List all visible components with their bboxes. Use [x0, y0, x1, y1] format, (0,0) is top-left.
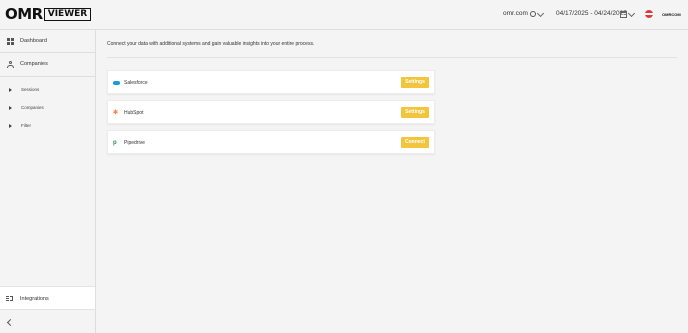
app-logo[interactable]: OMR VIEWER	[5, 5, 92, 23]
sidebar-item-integrations[interactable]: Integrations	[0, 286, 95, 310]
date-range-picker[interactable]: 04/17/2025 - 04/24/2025	[556, 10, 627, 17]
sidebar-subitem-label: Sessions	[21, 87, 40, 92]
salesforce-settings-button[interactable]: Settings	[401, 77, 429, 88]
account-brand-logo[interactable]: OMRCOM	[662, 12, 681, 17]
integration-name: Pipedrive	[124, 140, 145, 146]
hubspot-icon: ✻	[113, 110, 119, 116]
date-chevron-down-icon[interactable]	[627, 9, 636, 18]
sidebar-item-companies[interactable]: Companies	[0, 53, 95, 75]
sidebar-subitem-companies[interactable]: Companies	[0, 101, 95, 115]
logo-viewer-badge: VIEWER	[43, 7, 92, 21]
sidebar-subitem-label: Filter	[21, 123, 31, 128]
integrations-icon	[6, 295, 14, 302]
sidebar-item-dashboard[interactable]: Dashboard	[0, 30, 95, 52]
collapse-sidebar-chevron-icon[interactable]	[6, 318, 15, 327]
integration-name: Salesforce	[124, 80, 148, 86]
domain-chevron-down-icon[interactable]	[536, 9, 545, 18]
expand-triangle-icon	[9, 106, 12, 110]
domain-selector-label[interactable]: omr.com	[503, 10, 528, 17]
sidebar-subitem-label: Companies	[21, 105, 44, 110]
logo-omr-text: OMR	[5, 5, 43, 23]
sidebar-item-label: Dashboard	[20, 38, 47, 44]
integration-card-hubspot: ✻ HubSpot Settings	[107, 100, 435, 124]
pipedrive-icon: p	[113, 140, 117, 146]
sidebar-item-label: Companies	[20, 61, 48, 67]
dashboard-icon	[7, 37, 14, 45]
hubspot-settings-button[interactable]: Settings	[401, 107, 429, 118]
top-bar: OMR VIEWER omr.com 04/17/2025 - 04/24/20…	[0, 0, 688, 30]
sidebar-subitem-filter[interactable]: Filter	[0, 119, 95, 133]
section-divider	[107, 57, 677, 58]
integration-card-salesforce: Salesforce Settings	[107, 70, 435, 94]
expand-triangle-icon	[9, 124, 12, 128]
pipedrive-connect-button[interactable]: Connect	[401, 137, 429, 148]
sidebar-item-label: Integrations	[20, 296, 49, 302]
sidebar: Dashboard Companies Sessions Companies F…	[0, 30, 96, 333]
user-icon	[7, 60, 14, 68]
integrations-intro-text: Connect your data with additional system…	[107, 41, 315, 47]
sidebar-subitem-sessions[interactable]: Sessions	[0, 83, 95, 97]
integration-card-pipedrive: p Pipedrive Connect	[107, 130, 435, 154]
main-content: Connect your data with additional system…	[96, 30, 688, 333]
expand-triangle-icon	[9, 88, 12, 92]
language-flag-icon[interactable]	[645, 10, 653, 18]
globe-icon[interactable]	[530, 11, 536, 17]
calendar-icon[interactable]	[620, 11, 627, 18]
sidebar-divider	[0, 76, 95, 77]
salesforce-icon	[113, 81, 120, 85]
integration-name: HubSpot	[124, 110, 144, 116]
